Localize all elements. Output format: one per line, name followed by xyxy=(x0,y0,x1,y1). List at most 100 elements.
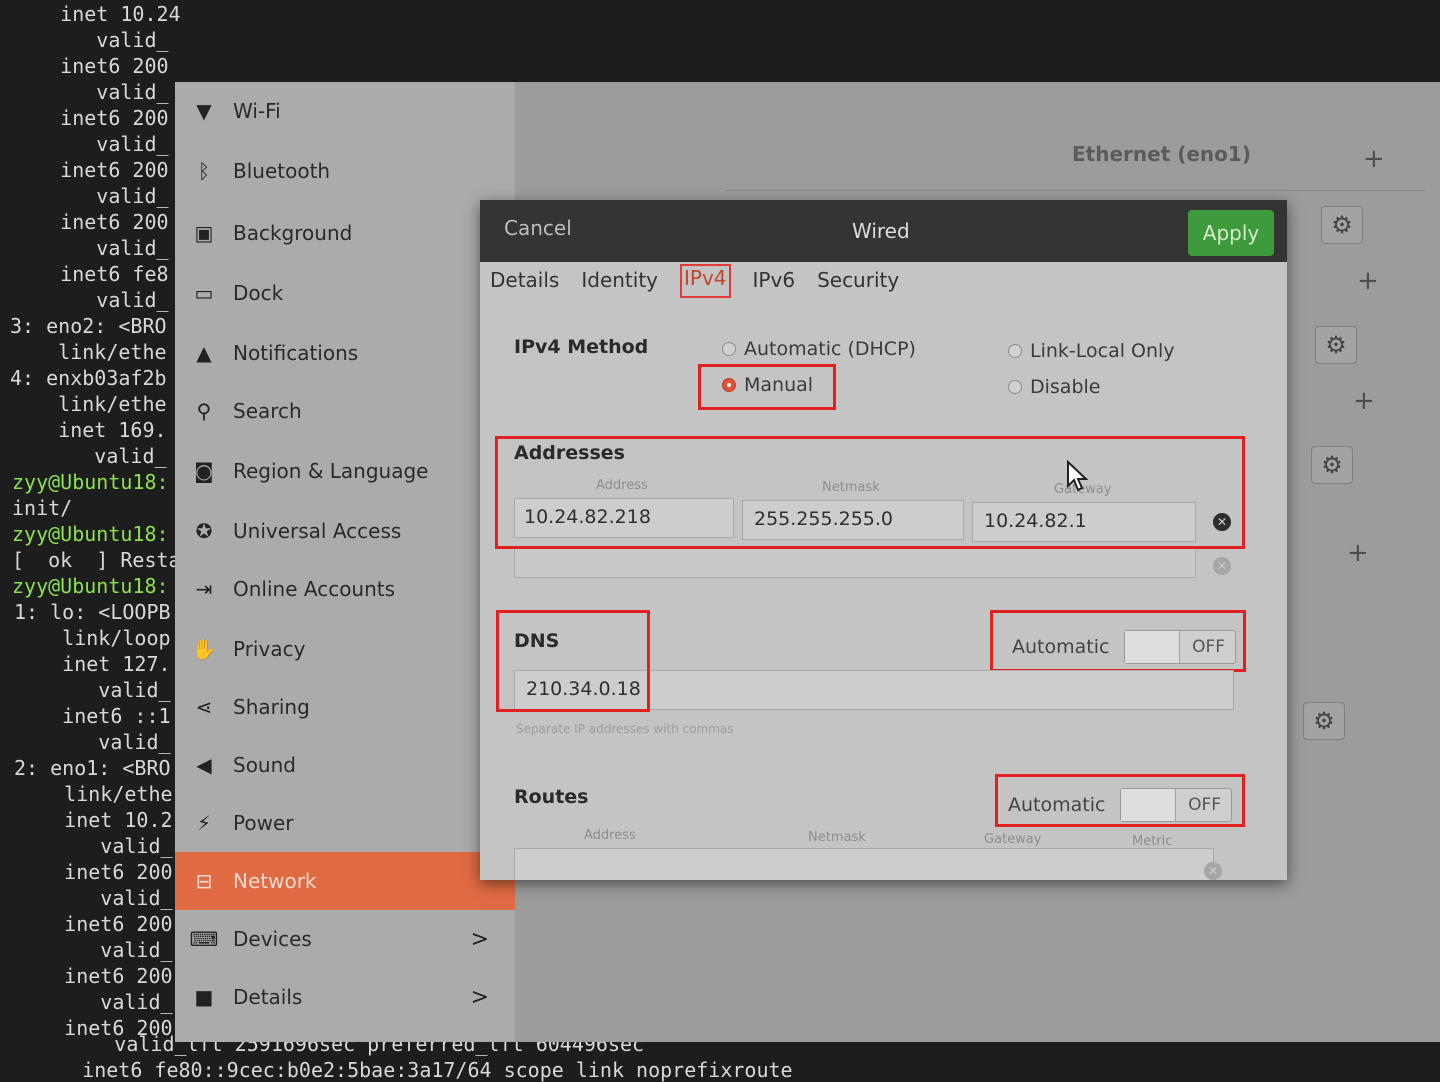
apply-button[interactable]: Apply xyxy=(1188,210,1274,256)
tab-details[interactable]: Details xyxy=(490,266,559,302)
radio-link-local-only[interactable]: Link-Local Only xyxy=(1008,340,1175,362)
sidebar-item-network[interactable]: ⊟ Network xyxy=(175,852,515,910)
routes-column-netmask: Netmask xyxy=(808,830,866,845)
terminal-line: inet6 fe8 xyxy=(12,262,169,286)
wifi-icon: ▼ xyxy=(196,99,212,123)
radio-label: Disable xyxy=(1030,376,1101,398)
sidebar-item-details[interactable]: ■ Details > xyxy=(175,968,515,1026)
terminal-line: inet6 200 xyxy=(16,912,173,936)
terminal-line: 1: lo: <LOOPB xyxy=(14,600,171,624)
terminal-line: inet 10.24 xyxy=(12,2,181,26)
sidebar-item-bluetooth[interactable]: ᛒ Bluetooth xyxy=(175,142,515,200)
close-icon: ✕ xyxy=(1207,864,1219,878)
sidebar-item-label: Sharing xyxy=(233,695,310,719)
terminal-line: inet6 200 xyxy=(16,860,173,884)
terminal-line: inet6 ::1 xyxy=(14,704,171,728)
sidebar-item-online-accounts[interactable]: ⇥ Online Accounts xyxy=(175,560,515,618)
add-vpn-button[interactable]: + xyxy=(1357,266,1379,296)
network-icon: ⊟ xyxy=(195,869,213,893)
routes-column-address: Address xyxy=(584,828,636,843)
terminal-line: valid_ xyxy=(16,938,173,962)
tab-ipv4[interactable]: IPv4 xyxy=(680,264,731,298)
terminal-line: 2: eno1: <BRO xyxy=(14,756,171,780)
radio-disable[interactable]: Disable xyxy=(1008,376,1100,398)
bluetooth-icon: ᛒ xyxy=(198,159,210,183)
sidebar-item-label: Network xyxy=(233,869,317,893)
routes-label: Routes xyxy=(514,786,589,808)
terminal-line: inet 169. xyxy=(10,418,167,442)
terminal-line: valid_ xyxy=(16,834,173,858)
sidebar-item-region-language[interactable]: ◙ Region & Language xyxy=(175,442,515,500)
ipv4-method-label: IPv4 Method xyxy=(514,336,649,358)
dialog-header: Cancel Wired Apply xyxy=(480,200,1287,262)
routes-column-metric: Metric xyxy=(1132,834,1173,849)
connection-settings-button-3[interactable]: ⚙ xyxy=(1311,446,1353,484)
sidebar-item-label: Power xyxy=(233,811,294,835)
terminal-line: valid_ xyxy=(10,444,167,468)
remove-route-button[interactable]: ✕ xyxy=(1204,862,1222,880)
cancel-button[interactable]: Cancel xyxy=(504,216,572,240)
terminal-line: link/ethe xyxy=(16,782,173,806)
terminal-line: zyy@Ubuntu18: xyxy=(12,574,169,598)
radio-label: Link-Local Only xyxy=(1030,340,1175,362)
routes-row[interactable] xyxy=(514,848,1214,880)
terminal-line: inet 10.2 xyxy=(16,808,173,832)
add-proxy-button[interactable]: + xyxy=(1353,386,1375,416)
dock-icon: ▭ xyxy=(194,281,214,305)
sidebar-item-label: Wi-Fi xyxy=(233,99,281,123)
hand-icon: ✋ xyxy=(191,637,217,661)
chevron-right-icon: > xyxy=(470,926,489,952)
online-accounts-icon: ⇥ xyxy=(195,577,213,601)
sidebar-item-sound[interactable]: ◀ Sound xyxy=(175,736,515,794)
gear-icon: ⚙ xyxy=(1313,707,1335,735)
terminal-line: inet6 200 xyxy=(12,158,169,182)
share-icon: ⋖ xyxy=(195,695,213,719)
tab-security[interactable]: Security xyxy=(817,266,899,302)
sidebar-item-sharing[interactable]: ⋖ Sharing xyxy=(175,678,515,736)
connection-settings-button-2[interactable]: ⚙ xyxy=(1315,326,1357,364)
terminal-line: valid_ xyxy=(12,236,169,260)
sidebar-item-label: Privacy xyxy=(233,637,306,661)
sidebar-item-devices[interactable]: ⌨ Devices > xyxy=(175,910,515,968)
radio-automatic-dhcp[interactable]: Automatic (DHCP) xyxy=(722,338,916,360)
add-other-button[interactable]: + xyxy=(1347,538,1369,568)
power-icon: ⚡ xyxy=(196,811,212,835)
dialog-tabs: Details Identity IPv4 IPv6 Security xyxy=(490,264,921,302)
sidebar-item-label: Online Accounts xyxy=(233,577,396,601)
sidebar-item-dock[interactable]: ▭ Dock xyxy=(175,264,515,322)
terminal-line: link/loop xyxy=(14,626,171,650)
camera-icon: ◙ xyxy=(194,459,214,483)
sidebar-item-universal-access[interactable]: ✪ Universal Access xyxy=(175,502,515,560)
terminal-line: inet6 200 xyxy=(16,964,173,988)
connection-settings-button[interactable]: ⚙ xyxy=(1321,206,1363,244)
sidebar-item-power[interactable]: ⚡ Power xyxy=(175,794,515,852)
chevron-right-icon: > xyxy=(470,984,489,1010)
panel-divider xyxy=(725,190,1425,191)
sidebar-item-privacy[interactable]: ✋ Privacy xyxy=(175,620,515,678)
terminal-line: valid_ xyxy=(16,990,173,1014)
sidebar-item-notifications[interactable]: ▲ Notifications xyxy=(175,324,515,382)
tab-identity[interactable]: Identity xyxy=(581,266,658,302)
remove-empty-address-button[interactable]: ✕ xyxy=(1213,557,1231,575)
dialog-title: Wired xyxy=(852,219,910,243)
sidebar-item-label: Notifications xyxy=(233,341,359,365)
terminal-line: inet6 200 xyxy=(12,54,169,78)
terminal-line: valid_ xyxy=(12,80,169,104)
sidebar-item-search[interactable]: ⚲ Search xyxy=(175,382,515,440)
sidebar-item-label: Universal Access xyxy=(233,519,402,543)
add-connection-button[interactable]: + xyxy=(1363,144,1385,174)
tab-ipv6[interactable]: IPv6 xyxy=(753,266,796,302)
sidebar-item-wi-fi[interactable]: ▼ Wi-Fi xyxy=(175,82,515,140)
radio-indicator xyxy=(722,342,736,356)
highlight-box-dns-automatic xyxy=(990,610,1246,672)
terminal-line: [ ok ] Resta xyxy=(12,548,181,572)
panel-title: Ethernet (eno1) xyxy=(1072,142,1251,166)
connection-settings-button-4[interactable]: ⚙ xyxy=(1303,702,1345,740)
terminal-line: valid_ xyxy=(12,28,169,52)
dns-hint: Separate IP addresses with commas xyxy=(516,722,734,736)
empty-address-row[interactable] xyxy=(514,546,1196,578)
close-icon: ✕ xyxy=(1216,559,1228,573)
sidebar-item-background[interactable]: ▣ Background xyxy=(175,204,515,262)
terminal-line: init/ xyxy=(12,496,73,520)
sidebar-item-label: Background xyxy=(233,221,353,245)
